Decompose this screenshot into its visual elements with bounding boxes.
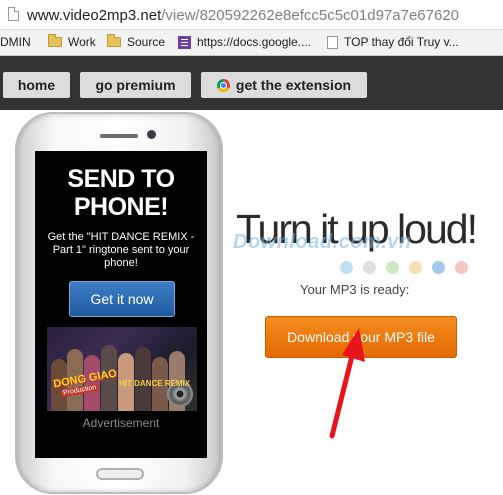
arrow-head bbox=[342, 328, 365, 362]
dot bbox=[409, 261, 422, 274]
nav-get-extension-button[interactable]: get the extension bbox=[201, 72, 367, 98]
bookmark-admin[interactable]: DMIN bbox=[0, 35, 31, 49]
dot bbox=[455, 261, 468, 274]
chrome-icon bbox=[216, 79, 230, 92]
bookmarks-bar: DMIN Work Source https://docs.google....… bbox=[0, 30, 503, 56]
page-icon bbox=[327, 35, 338, 49]
phone-camera bbox=[147, 130, 156, 139]
bookmark-label: https://docs.google.... bbox=[197, 35, 312, 49]
watermark-text: Download.com.vn bbox=[233, 231, 412, 253]
get-it-now-button[interactable]: Get it now bbox=[69, 281, 175, 317]
bookmark-source[interactable]: Source bbox=[107, 34, 166, 49]
bookmark-label: Source bbox=[127, 35, 166, 49]
bookmark-label: Work bbox=[68, 35, 96, 49]
main-content: SEND TO PHONE! Get the "HIT DANCE REMIX … bbox=[0, 110, 503, 495]
google-docs-icon bbox=[178, 35, 191, 49]
folder-icon bbox=[48, 34, 62, 47]
advertisement-label: Advertisement bbox=[82, 416, 160, 430]
address-bar[interactable]: www.video2mp3.net/view/820592262e8efcc5c… bbox=[0, 0, 503, 30]
bookmark-label: DMIN bbox=[0, 35, 31, 49]
site-nav: home go premium get the extension bbox=[0, 56, 503, 110]
page-icon bbox=[8, 7, 19, 21]
nav-extension-label: get the extension bbox=[235, 77, 352, 93]
dot bbox=[432, 261, 445, 274]
folder-icon bbox=[107, 34, 121, 47]
arrow-shaft bbox=[329, 345, 357, 439]
url-text[interactable]: www.video2mp3.net/view/820592262e8efcc5c… bbox=[27, 7, 459, 24]
phone-home-button bbox=[96, 468, 144, 480]
phone-advertisement[interactable]: SEND TO PHONE! Get the "HIT DANCE REMIX … bbox=[15, 112, 223, 494]
phone-speaker bbox=[100, 134, 138, 138]
url-path: /view/820592262e8efcc5c5c01d97a7e67620 bbox=[161, 7, 460, 24]
url-host: www.video2mp3.net bbox=[27, 7, 162, 24]
bookmark-google-docs[interactable]: https://docs.google.... bbox=[178, 35, 311, 49]
nav-go-premium-button[interactable]: go premium bbox=[80, 72, 191, 98]
ad-text: Get the "HIT DANCE REMIX - Part 1" ringt… bbox=[47, 231, 195, 269]
dot bbox=[386, 261, 399, 274]
bookmark-top-thay-doi[interactable]: TOP thay đổi Truy v... bbox=[327, 35, 459, 49]
dot bbox=[363, 261, 376, 274]
dot bbox=[340, 261, 353, 274]
red-arrow-annotation bbox=[329, 328, 365, 439]
ad-album-image[interactable]: DONG GIAO Production HIT DANCE REMIX bbox=[47, 327, 197, 411]
nav-home-button[interactable]: home bbox=[3, 72, 70, 98]
bookmark-work[interactable]: Work bbox=[48, 34, 96, 49]
bookmark-label: TOP thay đổi Truy v... bbox=[344, 35, 459, 49]
ad-screen[interactable]: SEND TO PHONE! Get the "HIT DANCE REMIX … bbox=[35, 151, 207, 458]
mp3-ready-text: Your MP3 is ready: bbox=[300, 282, 410, 297]
ad-image-caption: HIT DANCE REMIX bbox=[119, 379, 191, 388]
ad-heading: SEND TO PHONE! bbox=[67, 165, 175, 221]
